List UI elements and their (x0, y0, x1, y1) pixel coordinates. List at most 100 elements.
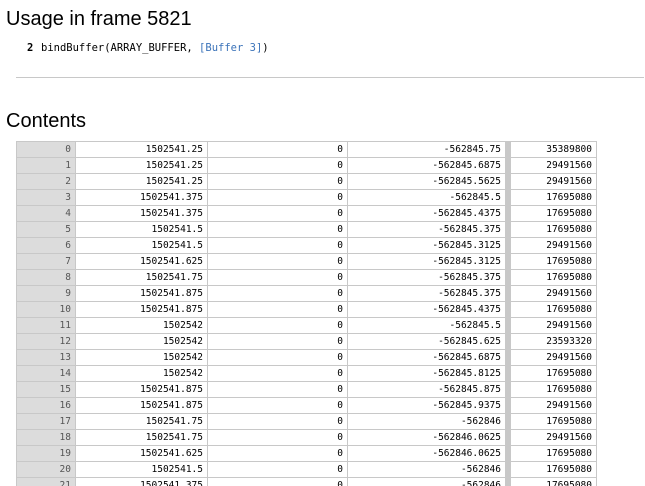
cell-value-1: 1502541.5 (75, 461, 208, 478)
cell-value-4: 29491560 (507, 429, 597, 446)
cell-value-1: 1502542 (75, 333, 208, 350)
table-row: 8 1502541.75 0 -562845.375 17695080 (16, 269, 597, 286)
cell-value-3: -562845.625 (347, 333, 511, 350)
cell-value-2: 0 (207, 429, 348, 446)
row-index: 2 (16, 173, 76, 190)
cell-value-4: 17695080 (507, 381, 597, 398)
table-row: 13 1502542 0 -562845.6875 29491560 (16, 349, 597, 366)
cell-value-3: -562845.4375 (347, 205, 511, 222)
cell-value-3: -562846.0625 (347, 445, 511, 462)
table-row: 9 1502541.875 0 -562845.375 29491560 (16, 285, 597, 302)
cell-value-3: -562846 (347, 477, 511, 486)
cell-value-4: 17695080 (507, 445, 597, 462)
cell-value-2: 0 (207, 365, 348, 382)
divider (16, 77, 644, 78)
cell-value-1: 1502541.375 (75, 205, 208, 222)
cell-value-1: 1502541.25 (75, 157, 208, 174)
cell-value-1: 1502541.625 (75, 253, 208, 270)
cell-value-1: 1502541.875 (75, 381, 208, 398)
row-index: 17 (16, 413, 76, 430)
cell-value-4: 17695080 (507, 477, 597, 486)
cell-value-1: 1502541.875 (75, 397, 208, 414)
row-index: 8 (16, 269, 76, 286)
call-text: bindBuffer(ARRAY_BUFFER, (41, 42, 200, 54)
row-index: 15 (16, 381, 76, 398)
cell-value-4: 17695080 (507, 269, 597, 286)
table-row: 14 1502542 0 -562845.8125 17695080 (16, 365, 597, 382)
table-row: 18 1502541.75 0 -562846.0625 29491560 (16, 429, 597, 446)
row-index: 20 (16, 461, 76, 478)
table-row: 10 1502541.875 0 -562845.4375 17695080 (16, 301, 597, 318)
cell-value-3: -562845.375 (347, 285, 511, 302)
cell-value-3: -562845.5 (347, 189, 511, 206)
cell-value-2: 0 (207, 413, 348, 430)
table-row: 1 1502541.25 0 -562845.6875 29491560 (16, 157, 597, 174)
cell-value-3: -562845.6875 (347, 349, 511, 366)
cell-value-4: 17695080 (507, 189, 597, 206)
cell-value-4: 29491560 (507, 157, 597, 174)
contents-table-body: 0 1502541.25 0 -562845.75 35389800 1 1502541.2… (16, 141, 597, 486)
cell-value-4: 17695080 (507, 221, 597, 238)
row-index: 9 (16, 285, 76, 302)
cell-value-2: 0 (207, 397, 348, 414)
cell-value-3: -562845.5625 (347, 173, 511, 190)
cell-value-2: 0 (207, 173, 348, 190)
cell-value-3: -562845.6875 (347, 157, 511, 174)
cell-value-1: 1502541.25 (75, 173, 208, 190)
contents-table-wrapper: 0 1502541.25 0 -562845.75 35389800 1 1502541.2… (16, 141, 599, 486)
cell-value-2: 0 (207, 269, 348, 286)
cell-value-3: -562845.3125 (347, 237, 511, 254)
cell-value-3: -562845.375 (347, 221, 511, 238)
buffer-link[interactable]: [Buffer 3] (199, 42, 262, 54)
cell-value-1: 1502541.375 (75, 189, 208, 206)
cell-value-4: 29491560 (507, 285, 597, 302)
cell-value-2: 0 (207, 477, 348, 486)
table-row: 3 1502541.375 0 -562845.5 17695080 (16, 189, 597, 206)
table-row: 0 1502541.25 0 -562845.75 35389800 (16, 141, 597, 158)
table-row: 6 1502541.5 0 -562845.3125 29491560 (16, 237, 597, 254)
cell-value-2: 0 (207, 317, 348, 334)
cell-value-2: 0 (207, 205, 348, 222)
table-row: 12 1502542 0 -562845.625 23593320 (16, 333, 597, 350)
cell-value-4: 29491560 (507, 397, 597, 414)
cell-value-1: 1502541.625 (75, 445, 208, 462)
table-row: 11 1502542 0 -562845.5 29491560 (16, 317, 597, 334)
cell-value-2: 0 (207, 253, 348, 270)
cell-value-3: -562845.4375 (347, 301, 511, 318)
cell-value-4: 29491560 (507, 349, 597, 366)
cell-value-4: 29491560 (507, 173, 597, 190)
table-row: 7 1502541.625 0 -562845.3125 17695080 (16, 253, 597, 270)
cell-value-2: 0 (207, 381, 348, 398)
cell-value-1: 1502541.25 (75, 141, 208, 158)
cell-value-1: 1502541.875 (75, 301, 208, 318)
row-index: 11 (16, 317, 76, 334)
cell-value-2: 0 (207, 221, 348, 238)
cell-value-2: 0 (207, 301, 348, 318)
row-index: 6 (16, 237, 76, 254)
cell-value-4: 17695080 (507, 461, 597, 478)
cell-value-4: 17695080 (507, 301, 597, 318)
cell-value-2: 0 (207, 157, 348, 174)
table-row: 4 1502541.375 0 -562845.4375 17695080 (16, 205, 597, 222)
cell-value-3: -562845.8125 (347, 365, 511, 382)
cell-value-2: 0 (207, 237, 348, 254)
row-index: 0 (16, 141, 76, 158)
table-row: 19 1502541.625 0 -562846.0625 17695080 (16, 445, 597, 462)
row-index: 14 (16, 365, 76, 382)
cell-value-4: 17695080 (507, 413, 597, 430)
cell-value-4: 29491560 (507, 317, 597, 334)
cell-value-3: -562846 (347, 461, 511, 478)
row-index: 5 (16, 221, 76, 238)
row-index: 10 (16, 301, 76, 318)
row-index: 4 (16, 205, 76, 222)
cell-value-3: -562846.0625 (347, 429, 511, 446)
cell-value-4: 29491560 (507, 237, 597, 254)
cell-value-3: -562845.5 (347, 317, 511, 334)
usage-title: Usage in frame 5821 (6, 8, 192, 30)
cell-value-1: 1502542 (75, 349, 208, 366)
table-row: 2 1502541.25 0 -562845.5625 29491560 (16, 173, 597, 190)
call-line: 2 bindBuffer(ARRAY_BUFFER, [Buffer 3]) (27, 40, 269, 56)
cell-value-2: 0 (207, 189, 348, 206)
row-index: 16 (16, 397, 76, 414)
cell-value-3: -562846 (347, 413, 511, 430)
